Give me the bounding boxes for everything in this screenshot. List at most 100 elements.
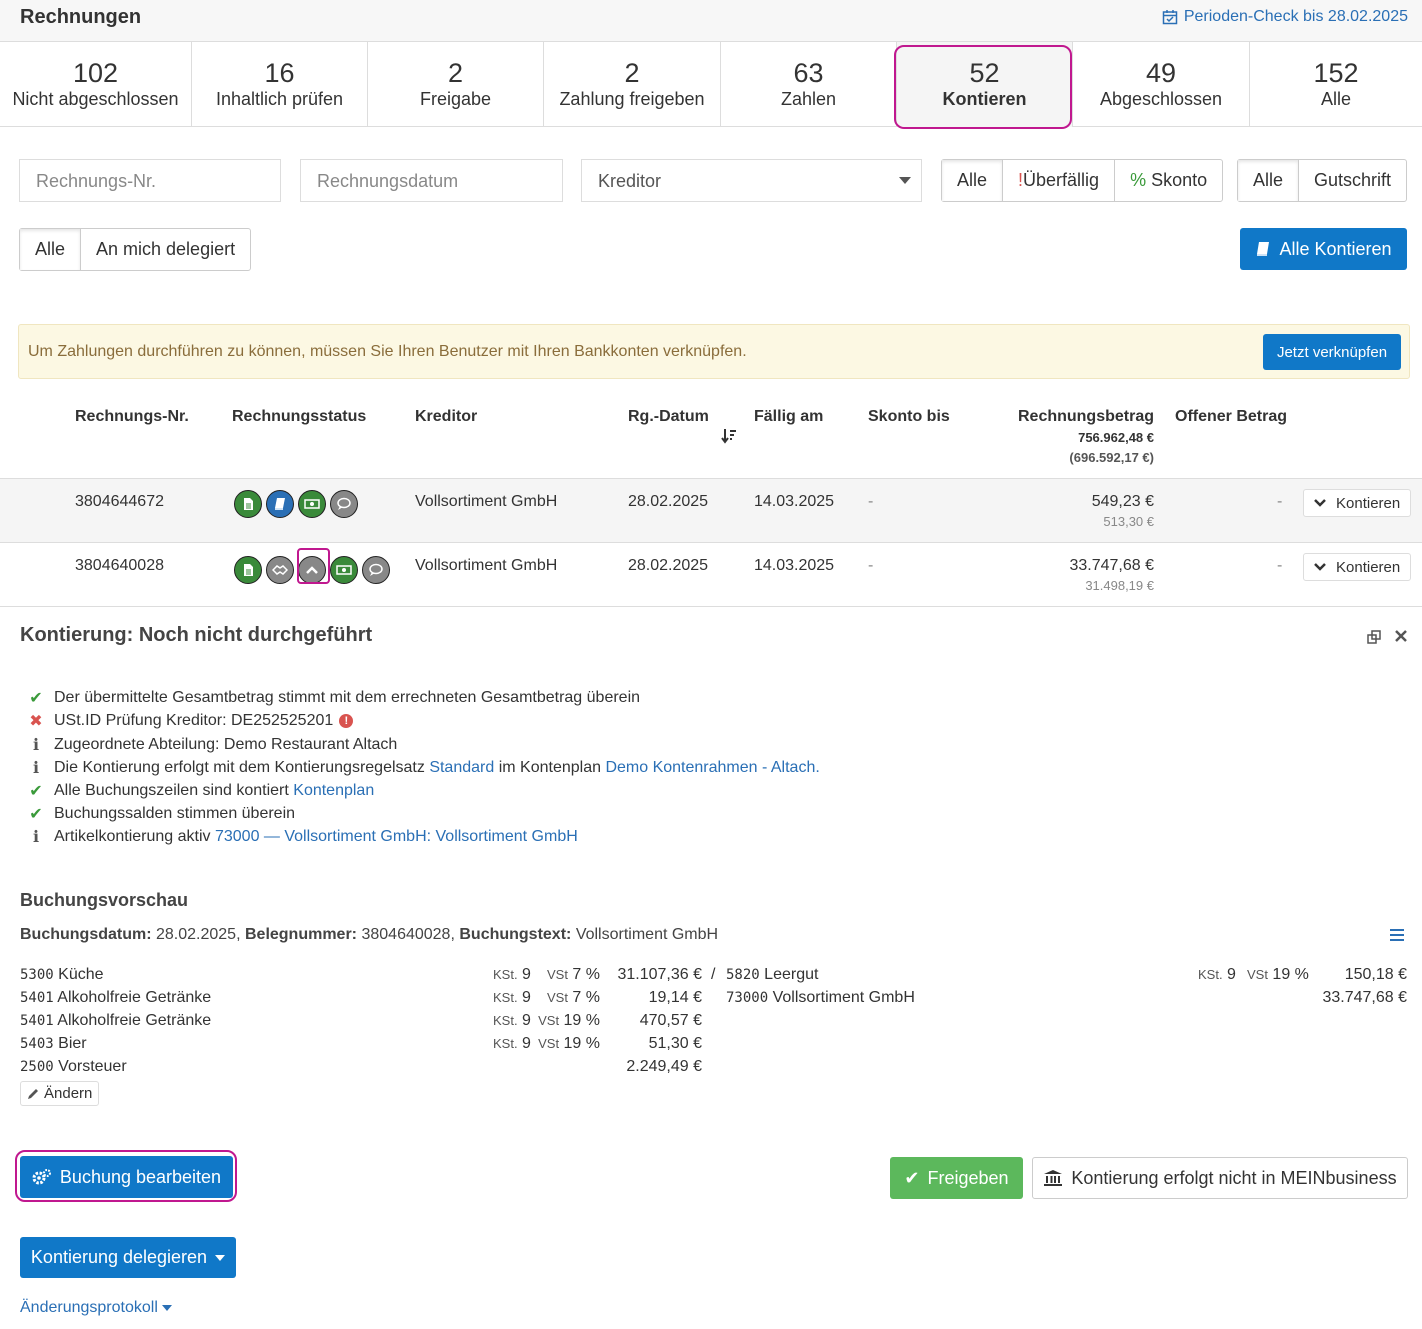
account-no: 5820 — [726, 967, 760, 983]
check-text: Buchungssalden stimmen überein — [54, 805, 296, 822]
comment-icon[interactable] — [330, 490, 358, 518]
account-no: 5401 — [20, 1013, 54, 1029]
tab-zahlung-freigeben[interactable]: 2 Zahlung freigeben — [544, 42, 721, 127]
all-kontieren-button[interactable]: Alle Kontieren — [1240, 228, 1407, 270]
kontieren-button[interactable]: Kontieren — [1303, 553, 1412, 581]
ruleset-link[interactable]: Standard — [429, 759, 494, 776]
col-header-status[interactable]: Rechnungsstatus — [232, 408, 366, 426]
money-icon[interactable] — [298, 490, 326, 518]
col-header-invoice-no[interactable]: Rechnungs-Nr. — [75, 408, 189, 426]
invoice-date-input[interactable]: Rechnungsdatum — [300, 159, 563, 202]
error-icon[interactable]: ! — [339, 714, 354, 728]
invoice-link[interactable]: 3804640028 — [75, 557, 164, 575]
debit-amount: 2.249,49 € — [626, 1058, 702, 1075]
vst-value: 19 % — [563, 1035, 600, 1052]
not-in-meinbusiness-button[interactable]: Kontierung erfolgt nicht in MEINbusiness — [1032, 1157, 1408, 1199]
creditor-cell: Vollsortiment GmbH — [415, 557, 558, 574]
comment-icon[interactable] — [362, 556, 390, 584]
document-icon[interactable] — [234, 556, 262, 584]
col-header-amount[interactable]: Rechnungsbetrag — [1018, 408, 1154, 426]
restore-window-icon[interactable] — [1367, 630, 1381, 644]
book-icon[interactable] — [266, 490, 294, 518]
tab-count: 2 — [447, 58, 464, 88]
placeholder: Kreditor — [598, 171, 662, 191]
check-icon: ✔ — [29, 806, 43, 823]
skonto-cell: - — [868, 557, 874, 574]
handshake-icon[interactable] — [266, 556, 294, 584]
invoice-number-input[interactable]: Rechnungs-Nr. — [19, 159, 281, 202]
button-label: Kontierung erfolgt nicht in MEINbusiness — [1071, 1167, 1397, 1188]
delegate-button[interactable]: Kontierung delegieren — [20, 1237, 236, 1278]
money-icon[interactable] — [330, 556, 358, 584]
tab-abgeschlossen[interactable]: 49 Abgeschlossen — [1073, 42, 1250, 127]
tab-count: 49 — [1145, 58, 1177, 88]
tab-freigabe[interactable]: 2 Freigabe — [368, 42, 544, 127]
due-filter-overdue[interactable]: !Überfällig — [1003, 160, 1116, 201]
info-icon: ℹ — [32, 737, 40, 754]
table-row[interactable]: 3804640028 Vollsortiment GmbH 28.02.2025… — [0, 542, 1422, 607]
account-no: 5401 — [20, 990, 54, 1006]
check-icon: ✔ — [29, 690, 43, 707]
col-header-skonto[interactable]: Skonto bis — [868, 408, 950, 426]
sort-desc-icon[interactable] — [721, 428, 737, 444]
calendar-icon — [1162, 10, 1178, 25]
due-filter-skonto[interactable]: % Skonto — [1115, 160, 1222, 201]
tab-inhaltlich-pruefen[interactable]: 16 Inhaltlich prüfen — [192, 42, 368, 127]
change-log-link[interactable]: Änderungsprotokoll — [20, 1299, 172, 1317]
debit-line: 2500 Vorsteuer — [20, 1058, 127, 1076]
kst-label: KSt. — [493, 990, 518, 1005]
tab-nicht-abgeschlossen[interactable]: 102 Nicht abgeschlossen — [0, 42, 192, 127]
tab-label: Zahlen — [780, 89, 837, 109]
button-label: Kontieren — [1336, 558, 1401, 576]
delegate-filter-mine[interactable]: An mich delegiert — [81, 229, 250, 270]
info-icon: ℹ — [32, 829, 40, 846]
tab-zahlen[interactable]: 63 Zahlen — [721, 42, 897, 127]
kst-value: 9 — [522, 966, 531, 983]
delegate-filter-all[interactable]: Alle — [20, 229, 82, 270]
debit-kst: KSt. 9 — [493, 989, 531, 1007]
check-text: im Kontenplan — [498, 759, 601, 776]
type-filter-all[interactable]: Alle — [1238, 160, 1300, 201]
col-header-creditor[interactable]: Kreditor — [415, 408, 477, 426]
period-check-link[interactable]: Perioden-Check bis 28.02.2025 — [1162, 8, 1408, 26]
button-label: Alle Kontieren — [1279, 238, 1392, 259]
close-icon[interactable] — [1395, 630, 1407, 642]
col-header-due[interactable]: Fällig am — [754, 408, 823, 426]
credit-line: 5820 Leergut — [726, 966, 818, 984]
credit-kst: KSt. 9 — [1198, 966, 1236, 984]
vst-value: 19 % — [1272, 966, 1309, 983]
credit-line: 73000 Vollsortiment GmbH — [726, 989, 915, 1007]
meta-label: Buchungsdatum: — [20, 926, 152, 943]
chevron-down-icon — [1314, 499, 1326, 507]
kst-value: 9 — [1227, 966, 1236, 983]
chart-of-accounts-link[interactable]: Demo Kontenrahmen - Altach. — [605, 759, 819, 776]
col-header-date[interactable]: Rg.-Datum — [628, 408, 709, 426]
button-label: Kontierung delegieren — [30, 1247, 208, 1267]
tab-count: 16 — [264, 58, 295, 88]
debit-vst: VSt 19 % — [538, 1012, 600, 1030]
account-name: Küche — [58, 966, 104, 983]
table-row[interactable]: 3804644672 Vollsortiment GmbH 28.02.2025… — [0, 478, 1422, 543]
change-button[interactable]: Ändern — [20, 1081, 100, 1106]
kontieren-button[interactable]: Kontieren — [1303, 489, 1412, 517]
kontenplan-link[interactable]: Kontenplan — [293, 782, 374, 799]
check-text: USt.ID Prüfung Kreditor: DE252525201 — [54, 712, 334, 729]
col-header-open[interactable]: Offener Betrag — [1175, 408, 1287, 426]
amount-cell: 33.747,68 € — [1069, 557, 1154, 574]
document-icon[interactable] — [234, 490, 262, 518]
approve-button[interactable]: ✔ Freigeben — [890, 1157, 1023, 1199]
due-filter-all[interactable]: Alle — [942, 160, 1004, 201]
creditor-select[interactable]: Kreditor — [581, 159, 922, 202]
account-name: Vorsteuer — [58, 1058, 127, 1075]
check-text: Artikelkontierung aktiv — [54, 828, 211, 845]
article-assignment-link[interactable]: 73000 — Vollsortiment GmbH: Vollsortimen… — [215, 828, 578, 845]
menu-icon[interactable] — [1390, 929, 1404, 941]
account-name: Vollsortiment GmbH — [772, 989, 915, 1006]
invoice-link[interactable]: 3804644672 — [75, 493, 164, 511]
type-filter-credit-note[interactable]: Gutschrift — [1299, 160, 1406, 201]
account-name: Alkoholfreie Getränke — [57, 989, 212, 1006]
account-no: 2500 — [20, 1059, 54, 1075]
tab-alle[interactable]: 152 Alle — [1250, 42, 1422, 127]
link-now-button[interactable]: Jetzt verknüpfen — [1263, 334, 1401, 370]
debit-line: 5401 Alkoholfreie Getränke — [20, 989, 211, 1007]
